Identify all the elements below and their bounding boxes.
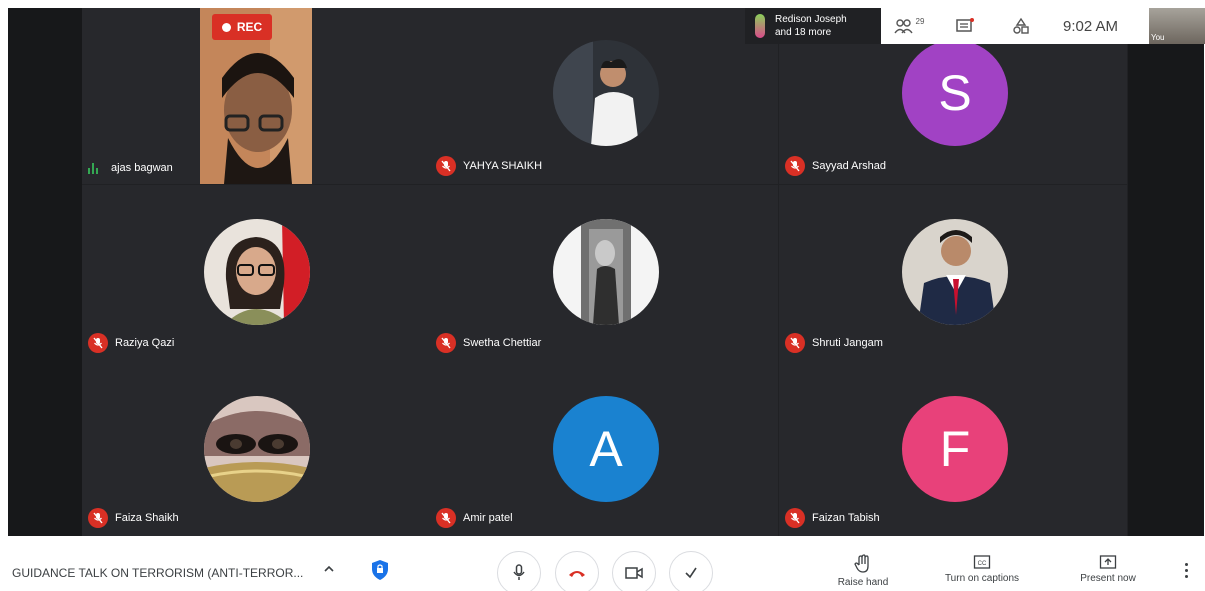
participant-name: Shruti Jangam bbox=[812, 337, 883, 349]
participant-tile[interactable]: YAHYA SHAIKH bbox=[430, 8, 778, 184]
participant-color-icon bbox=[755, 14, 765, 38]
participant-avatar bbox=[553, 219, 659, 325]
mic-muted-icon bbox=[436, 508, 456, 528]
mic-muted-icon bbox=[88, 333, 108, 353]
mic-muted-icon bbox=[785, 156, 805, 176]
participant-name-row: Faizan Tabish bbox=[785, 508, 880, 528]
microphone-button[interactable] bbox=[497, 551, 541, 591]
people-icon bbox=[893, 19, 913, 34]
activities-icon bbox=[1013, 17, 1029, 34]
participant-name: Faizan Tabish bbox=[812, 512, 880, 524]
present-screen-icon bbox=[1099, 555, 1117, 569]
participant-tile[interactable]: REC ajas bagwan bbox=[82, 8, 430, 184]
recording-dot-icon bbox=[221, 22, 231, 32]
attendance-check-button[interactable] bbox=[669, 551, 713, 591]
participant-name: YAHYA SHAIKH bbox=[463, 160, 543, 172]
participant-name: ajas bagwan bbox=[111, 162, 173, 174]
recording-badge: REC bbox=[212, 14, 272, 40]
closed-captions-icon: CC bbox=[973, 555, 991, 569]
checkmark-icon bbox=[685, 567, 697, 579]
mic-muted-icon bbox=[785, 508, 805, 528]
participant-tile[interactable]: F Faizan Tabish bbox=[779, 360, 1127, 536]
more-options-icon[interactable] bbox=[1185, 563, 1188, 578]
self-view-thumbnail[interactable]: You bbox=[1149, 8, 1205, 44]
present-now-label: Present now bbox=[1080, 573, 1136, 584]
speaking-indicator-icon bbox=[88, 160, 104, 176]
hang-up-icon bbox=[569, 571, 585, 577]
chat-icon bbox=[956, 18, 974, 32]
host-controls-shield-icon[interactable] bbox=[370, 559, 390, 586]
top-strip bbox=[0, 0, 1205, 8]
mic-muted-icon bbox=[436, 156, 456, 176]
participant-avatar bbox=[204, 396, 310, 502]
participant-tile[interactable]: Raziya Qazi bbox=[82, 185, 430, 361]
participant-avatar-letter: F bbox=[902, 396, 1008, 502]
stage-right-margin bbox=[1128, 8, 1204, 536]
captions-button[interactable]: CC Turn on captions bbox=[932, 554, 1032, 584]
participant-tile[interactable]: Shruti Jangam bbox=[779, 185, 1127, 361]
captions-label: Turn on captions bbox=[944, 573, 1020, 584]
participant-name-row: Sayyad Arshad bbox=[785, 156, 886, 176]
svg-text:CC: CC bbox=[978, 561, 987, 567]
participant-tile[interactable]: Faiza Shaikh bbox=[82, 360, 430, 536]
participants-preview-more: and 18 more bbox=[775, 27, 832, 38]
participant-avatar-letter: A bbox=[553, 396, 659, 502]
participant-avatar bbox=[902, 219, 1008, 325]
participants-preview-name: Redison Joseph bbox=[775, 14, 847, 25]
raise-hand-button[interactable]: Raise hand bbox=[813, 554, 913, 588]
raise-hand-icon bbox=[854, 554, 869, 573]
people-button[interactable]: 29 bbox=[881, 8, 937, 44]
self-view-label: You bbox=[1151, 33, 1165, 42]
mic-muted-icon bbox=[436, 333, 456, 353]
participant-tile[interactable]: Swetha Chettiar bbox=[430, 185, 778, 361]
participant-tile[interactable]: A Amir patel bbox=[430, 360, 778, 536]
camera-icon bbox=[625, 567, 643, 579]
participant-name-row: YAHYA SHAIKH bbox=[436, 156, 542, 176]
participant-name: Amir patel bbox=[463, 512, 513, 524]
top-info-bar: Redison Joseph and 18 more 29 9:02 AM bbox=[745, 8, 1149, 44]
mic-muted-icon bbox=[785, 333, 805, 353]
stage-left-margin bbox=[8, 8, 82, 536]
participant-name: Raziya Qazi bbox=[115, 337, 175, 349]
chevron-up-icon[interactable] bbox=[322, 562, 336, 581]
present-now-button[interactable]: Present now bbox=[1058, 554, 1158, 584]
participant-avatar bbox=[204, 219, 310, 325]
microphone-icon bbox=[513, 564, 525, 580]
mic-muted-icon bbox=[88, 508, 108, 528]
bottom-control-bar: GUIDANCE TALK ON TERRORISM (ANTI-TERROR.… bbox=[0, 536, 1205, 591]
meeting-title[interactable]: GUIDANCE TALK ON TERRORISM (ANTI-TERROR.… bbox=[12, 566, 303, 580]
chat-button[interactable] bbox=[937, 8, 993, 44]
activities-button[interactable] bbox=[993, 8, 1049, 44]
participant-avatar bbox=[553, 40, 659, 146]
participant-name-row: Swetha Chettiar bbox=[436, 333, 541, 353]
participant-name-row: Faiza Shaikh bbox=[88, 508, 179, 528]
participants-preview[interactable]: Redison Joseph and 18 more bbox=[745, 8, 881, 44]
people-count: 29 bbox=[915, 16, 925, 26]
participant-name: Swetha Chettiar bbox=[463, 337, 542, 349]
participant-name-row: ajas bagwan bbox=[88, 160, 173, 176]
leave-call-button[interactable] bbox=[555, 551, 599, 591]
participant-name: Sayyad Arshad bbox=[812, 160, 886, 172]
participant-name-row: Amir patel bbox=[436, 508, 513, 528]
participant-avatar-letter: S bbox=[902, 40, 1008, 146]
camera-button[interactable] bbox=[612, 551, 656, 591]
current-time: 9:02 AM bbox=[1063, 17, 1119, 35]
raise-hand-label: Raise hand bbox=[837, 577, 889, 588]
participant-name-row: Shruti Jangam bbox=[785, 333, 883, 353]
participant-name-row: Raziya Qazi bbox=[88, 333, 174, 353]
participant-name: Faiza Shaikh bbox=[115, 512, 179, 524]
